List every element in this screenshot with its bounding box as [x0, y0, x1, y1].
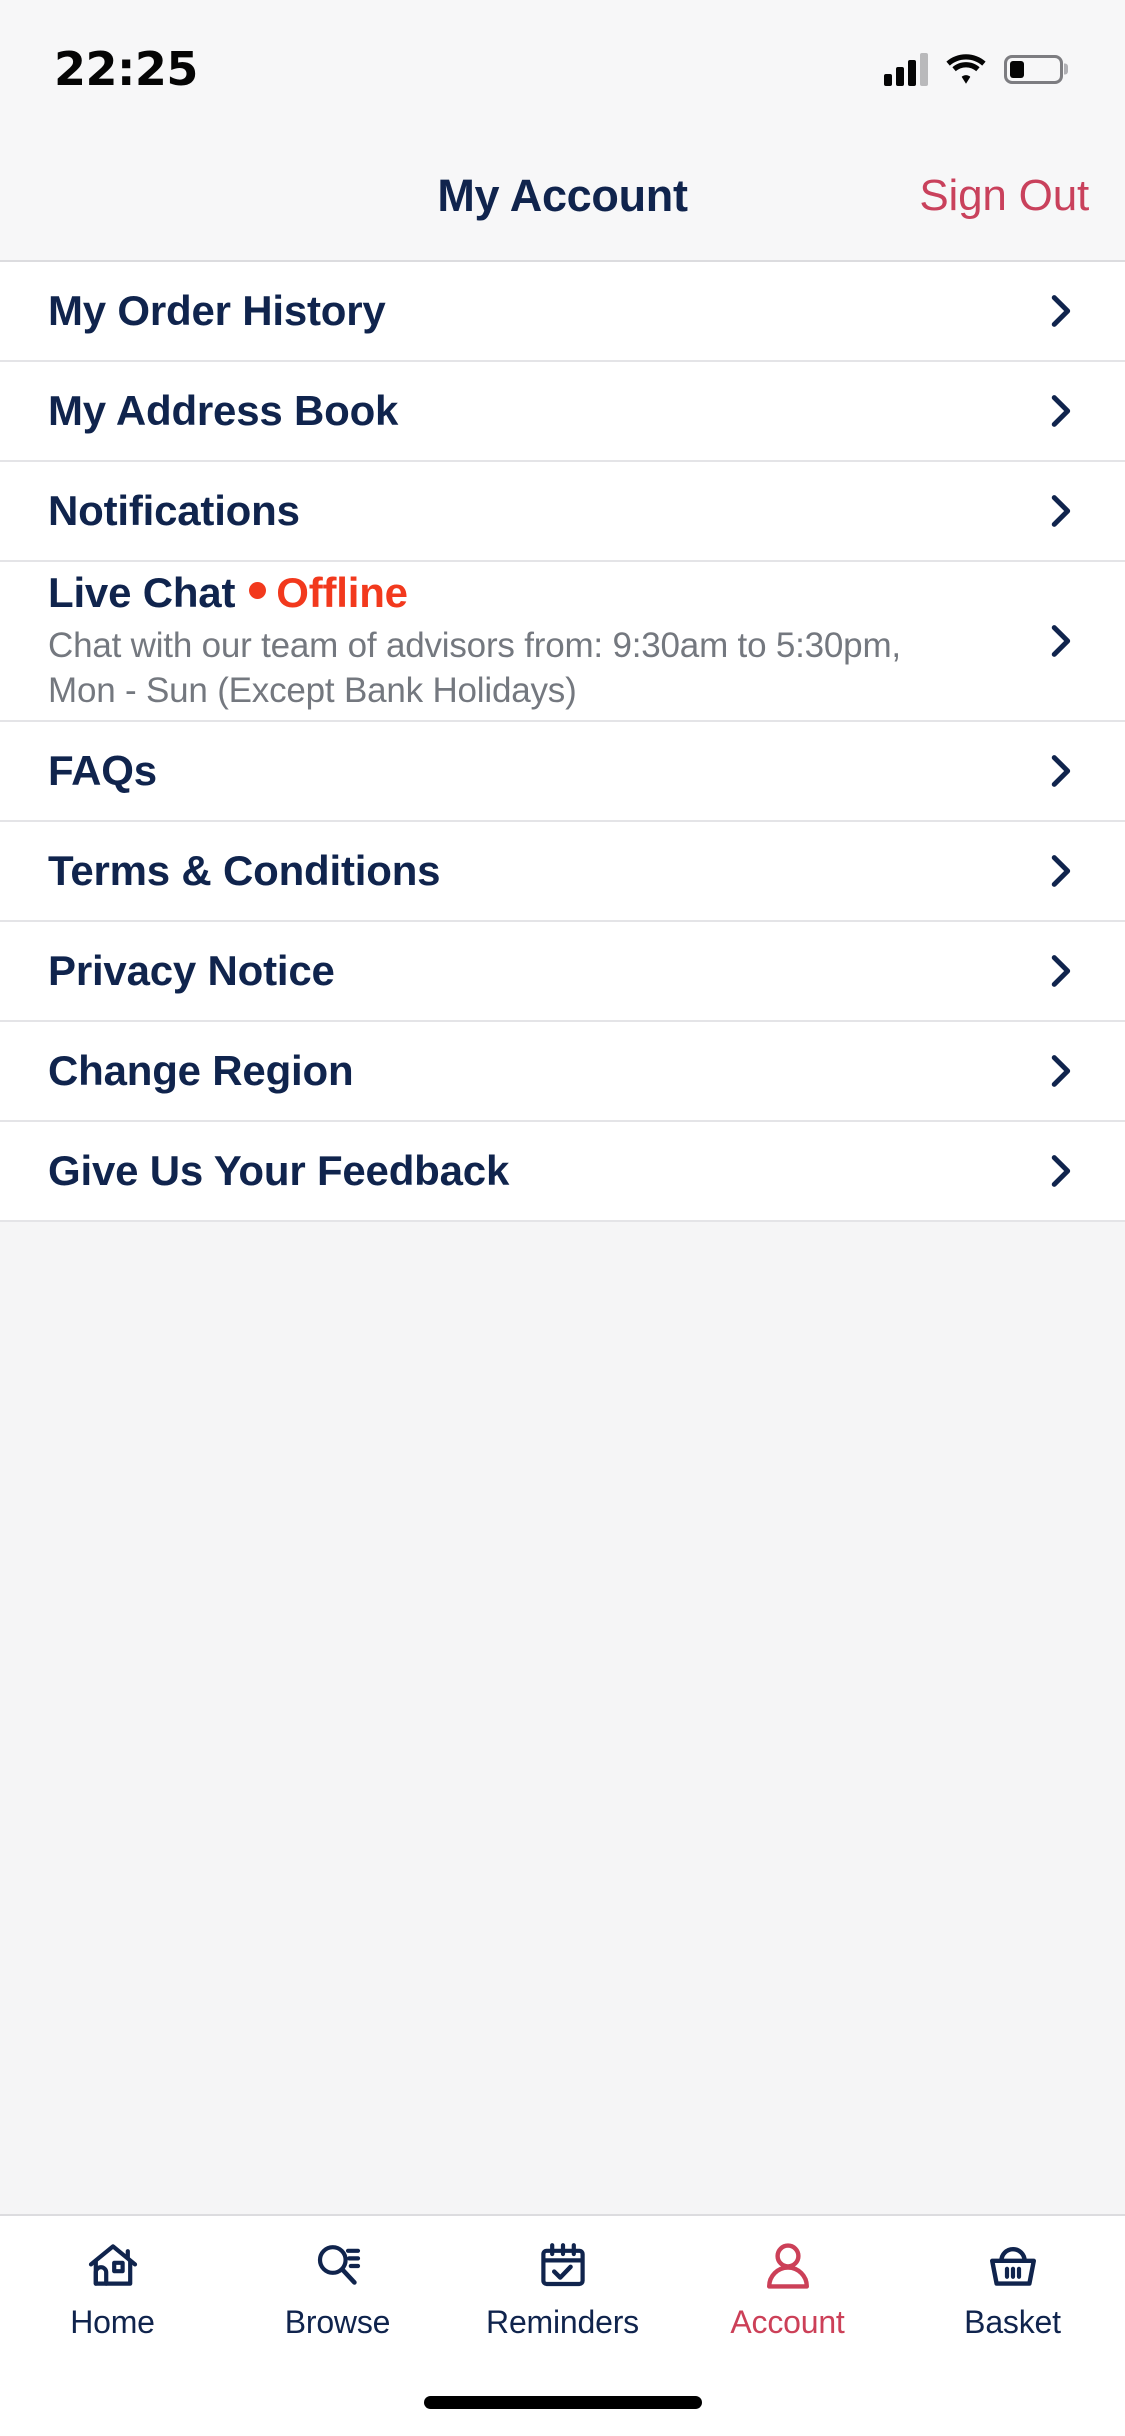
- row-text: Give Us Your Feedback: [48, 1147, 1015, 1195]
- tab-basket[interactable]: Basket: [900, 2238, 1125, 2341]
- cellular-signal-icon: [884, 52, 928, 86]
- status-badge: Offline: [276, 568, 408, 616]
- tab-home[interactable]: Home: [0, 2238, 225, 2341]
- menu-item-my-order-history[interactable]: My Order History: [0, 262, 1125, 362]
- row-text: My Order History: [48, 287, 1015, 335]
- menu-item-label: Terms & Conditions: [48, 847, 441, 894]
- menu-item-label: FAQs: [48, 747, 157, 794]
- status-dot-icon: [249, 581, 267, 599]
- menu-item-label-row: Live Chat Offline: [48, 569, 1015, 617]
- row-text: Live Chat Offline Chat with our team of a…: [48, 569, 1015, 714]
- chevron-right-icon: [1051, 855, 1071, 887]
- chevron-right-icon: [1051, 955, 1071, 987]
- menu-item-label: Give Us Your Feedback: [48, 1147, 510, 1194]
- menu-item-faqs[interactable]: FAQs: [0, 722, 1125, 822]
- house-icon: [88, 2244, 137, 2286]
- wifi-icon: [946, 54, 986, 84]
- menu-item-live-chat[interactable]: Live Chat Offline Chat with our team of a…: [0, 562, 1125, 722]
- row-text: Privacy Notice: [48, 947, 1015, 995]
- chevron-right-icon: [1051, 295, 1071, 327]
- calendar-check-icon: [540, 2243, 585, 2287]
- status-bar: 22:25: [0, 0, 1125, 132]
- chevron-right-icon: [1051, 495, 1071, 527]
- tab-account[interactable]: Account: [675, 2238, 900, 2341]
- menu-item-label: Notifications: [48, 487, 300, 534]
- empty-content-area: [0, 1222, 1125, 2214]
- app-header: My Account Sign Out: [0, 132, 1125, 262]
- menu-item-change-region[interactable]: Change Region: [0, 1022, 1125, 1122]
- menu-item-notifications[interactable]: Notifications: [0, 462, 1125, 562]
- account-menu-list: My Order History My Address Book Notific…: [0, 262, 1125, 1222]
- sign-out-button[interactable]: Sign Out: [919, 171, 1089, 221]
- chevron-right-icon: [1051, 625, 1071, 657]
- battery-low-icon: [1004, 54, 1063, 84]
- tab-label: Home: [70, 2304, 155, 2340]
- row-text: Change Region: [48, 1047, 1015, 1095]
- row-text: FAQs: [48, 747, 1015, 795]
- menu-item-label: My Address Book: [48, 387, 399, 434]
- status-bar-clock: 22:25: [54, 42, 198, 96]
- tab-label: Basket: [964, 2304, 1061, 2340]
- chevron-right-icon: [1051, 1055, 1071, 1087]
- chevron-right-icon: [1051, 395, 1071, 427]
- menu-item-give-us-your-feedback[interactable]: Give Us Your Feedback: [0, 1122, 1125, 1222]
- menu-item-label: Privacy Notice: [48, 947, 335, 994]
- bottom-tab-bar: Home Browse Reminders Account Basket: [0, 2214, 1125, 2368]
- tab-label: Account: [730, 2304, 845, 2340]
- home-indicator-area: [0, 2368, 1125, 2436]
- row-text: Notifications: [48, 487, 1015, 535]
- tab-label: Browse: [284, 2304, 391, 2340]
- menu-item-label: My Order History: [48, 287, 386, 334]
- row-text: Terms & Conditions: [48, 847, 1015, 895]
- menu-item-privacy-notice[interactable]: Privacy Notice: [0, 922, 1125, 1022]
- menu-item-terms-and-conditions[interactable]: Terms & Conditions: [0, 822, 1125, 922]
- person-icon: [766, 2243, 809, 2289]
- home-indicator[interactable]: [423, 2395, 702, 2409]
- menu-item-label: Change Region: [48, 1047, 354, 1094]
- app-screen: 22:25 My Account Sign Out My Order Histo…: [0, 0, 1125, 2436]
- tab-label: Reminders: [486, 2304, 639, 2340]
- chevron-right-icon: [1051, 1155, 1071, 1187]
- tab-browse[interactable]: Browse: [225, 2238, 450, 2341]
- menu-item-subtitle: Chat with our team of advisors from: 9:3…: [48, 625, 901, 711]
- menu-item-my-address-book[interactable]: My Address Book: [0, 362, 1125, 462]
- row-text: My Address Book: [48, 387, 1015, 435]
- page-title: My Account: [437, 170, 688, 221]
- chevron-right-icon: [1051, 755, 1071, 787]
- status-bar-indicators: [884, 52, 1063, 86]
- menu-item-label: Live Chat: [48, 568, 236, 616]
- magnifier-list-icon: [317, 2245, 360, 2285]
- basket-icon: [989, 2247, 1036, 2286]
- tab-reminders[interactable]: Reminders: [450, 2238, 675, 2341]
